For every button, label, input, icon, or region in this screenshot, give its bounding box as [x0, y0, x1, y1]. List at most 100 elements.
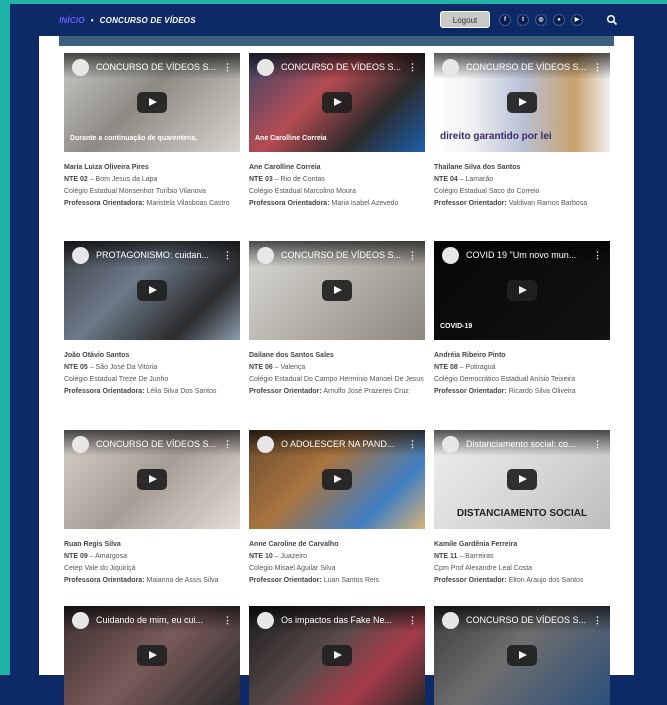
- facebook-icon[interactable]: f: [499, 14, 511, 26]
- nte-code: NTE 09: [64, 553, 88, 560]
- video-thumbnail[interactable]: PROTAGONISMO: cuidan... ⋮: [64, 241, 240, 340]
- channel-avatar[interactable]: [257, 436, 274, 453]
- youtube-icon[interactable]: ▶: [571, 14, 583, 26]
- video-title-bar: Distanciamento social: co... ⋮: [434, 430, 610, 456]
- play-button[interactable]: [322, 280, 352, 301]
- video-thumbnail[interactable]: CONCURSO DE VÍDEOS S... ⋮: [64, 430, 240, 529]
- school-name: Colégio Estadual Do Campo Hermínio Manoe…: [249, 376, 424, 383]
- channel-avatar[interactable]: [442, 247, 459, 264]
- video-thumbnail[interactable]: Durante a continuação de quarentena, CONC…: [64, 53, 240, 152]
- play-button[interactable]: [322, 645, 352, 666]
- search-icon[interactable]: [606, 14, 618, 26]
- student-name: Ruan Regis Silva: [64, 541, 121, 548]
- nte-line: NTE 09 – Amargosa: [64, 551, 240, 563]
- student-name: Thailane Silva dos Santos: [434, 164, 521, 171]
- video-title[interactable]: CONCURSO DE VÍDEOS S...: [281, 62, 403, 72]
- advisor-label: Professor Orientador:: [434, 577, 507, 584]
- advisor-name: Maristela Vilasboas Castro: [146, 200, 230, 207]
- student-name: Ane Carolline Correia: [249, 164, 321, 171]
- more-options-icon[interactable]: ⋮: [408, 615, 417, 626]
- play-button[interactable]: [137, 645, 167, 666]
- channel-avatar[interactable]: [72, 436, 89, 453]
- video-card: O ADOLESCER NA PAND... ⋮ Anne Caroline de …: [249, 430, 425, 587]
- video-thumbnail[interactable]: Cuidando de mim, eu cui... ⋮: [64, 606, 240, 705]
- channel-avatar[interactable]: [257, 612, 274, 629]
- video-title[interactable]: PROTAGONISMO: cuidan...: [96, 250, 218, 260]
- channel-avatar[interactable]: [442, 612, 459, 629]
- channel-avatar[interactable]: [72, 59, 89, 76]
- more-options-icon[interactable]: ⋮: [593, 615, 602, 626]
- nte-line: NTE 05 – São José Da Vitória: [64, 362, 240, 374]
- breadcrumb-separator: •: [90, 16, 94, 25]
- video-title[interactable]: CONCURSO DE VÍDEOS S...: [96, 62, 218, 72]
- video-info: Anne Caroline de Carvalho NTE 10 – Juazei…: [249, 539, 425, 587]
- video-title[interactable]: CONCURSO DE VÍDEOS S...: [96, 439, 218, 449]
- channel-avatar[interactable]: [442, 59, 459, 76]
- play-button[interactable]: [137, 280, 167, 301]
- video-card: DISTANCIAMENTO SOCIAL Distanciamento soci…: [434, 430, 610, 587]
- video-thumbnail[interactable]: COVID-19 COVID 19 "Um novo mun... ⋮: [434, 241, 610, 340]
- nte-city: – Amargosa: [89, 553, 128, 560]
- student-name: Dailane dos Santos Sales: [249, 352, 334, 359]
- instagram-icon[interactable]: ◎: [535, 14, 547, 26]
- video-title-bar: CONCURSO DE VÍDEOS S... ⋮: [64, 430, 240, 456]
- video-thumbnail[interactable]: CONCURSO DE VÍDEOS S... ⋮: [434, 606, 610, 705]
- advisor-label: Professora Orientadora:: [64, 388, 145, 395]
- advisor-line: Professor Orientador: Ricardo Silva Oliv…: [434, 386, 610, 398]
- breadcrumb-home-link[interactable]: INÍCIO: [59, 16, 85, 25]
- more-options-icon[interactable]: ⋮: [593, 250, 602, 261]
- video-title[interactable]: O ADOLESCER NA PAND...: [281, 439, 403, 449]
- video-title[interactable]: Os impactos das Fake Ne...: [281, 615, 403, 625]
- more-options-icon[interactable]: ⋮: [593, 62, 602, 73]
- video-thumbnail[interactable]: O ADOLESCER NA PAND... ⋮: [249, 430, 425, 529]
- advisor-name: Elton Araujo dos Santos: [508, 577, 584, 584]
- more-options-icon[interactable]: ⋮: [223, 439, 232, 450]
- play-button[interactable]: [137, 92, 167, 113]
- more-options-icon[interactable]: ⋮: [408, 439, 417, 450]
- video-thumbnail[interactable]: Ane Carolline Correia CONCURSO DE VÍDEOS …: [249, 53, 425, 152]
- play-button[interactable]: [322, 92, 352, 113]
- video-card: PROTAGONISMO: cuidan... ⋮ João Otávio Sant…: [64, 241, 240, 398]
- video-title[interactable]: CONCURSO DE VÍDEOS S...: [466, 62, 588, 72]
- play-button[interactable]: [507, 92, 537, 113]
- more-options-icon[interactable]: ⋮: [223, 615, 232, 626]
- video-card: Cuidando de mim, eu cui... ⋮: [64, 606, 240, 705]
- channel-avatar[interactable]: [442, 436, 459, 453]
- video-title[interactable]: Distanciamento social: co...: [466, 439, 588, 449]
- video-thumbnail[interactable]: Os impactos das Fake Ne... ⋮: [249, 606, 425, 705]
- video-thumbnail[interactable]: CONCURSO DE VÍDEOS S... ⋮: [249, 241, 425, 340]
- play-button[interactable]: [322, 469, 352, 490]
- channel-avatar[interactable]: [72, 247, 89, 264]
- video-overlay-text: DISTANCIAMENTO SOCIAL: [456, 508, 588, 519]
- left-accent-stripe: [0, 0, 10, 675]
- video-title-bar: PROTAGONISMO: cuidan... ⋮: [64, 241, 240, 267]
- more-options-icon[interactable]: ⋮: [593, 439, 602, 450]
- video-thumbnail[interactable]: direito garantido por lei CONCURSO DE VÍD…: [434, 53, 610, 152]
- logout-button[interactable]: Logout: [440, 11, 490, 28]
- more-options-icon[interactable]: ⋮: [223, 250, 232, 261]
- advisor-name: Arnulfo José Prazeres Cruz: [323, 388, 409, 395]
- play-button[interactable]: [507, 645, 537, 666]
- channel-avatar[interactable]: [257, 59, 274, 76]
- advisor-line: Professora Orientadora: Maria Isabel Aze…: [249, 198, 425, 210]
- channel-avatar[interactable]: [72, 612, 89, 629]
- school-name: Colegio Misael Aguilar Silva: [249, 565, 336, 572]
- video-title[interactable]: CONCURSO DE VÍDEOS S...: [466, 615, 588, 625]
- video-title-bar: CONCURSO DE VÍDEOS S... ⋮: [64, 53, 240, 79]
- more-options-icon[interactable]: ⋮: [408, 250, 417, 261]
- flickr-icon[interactable]: ●: [553, 14, 565, 26]
- nte-code: NTE 06: [249, 364, 273, 371]
- video-title[interactable]: COVID 19 "Um novo mun...: [466, 250, 588, 260]
- more-options-icon[interactable]: ⋮: [408, 62, 417, 73]
- school-name: Colégio Estadual Marcolino Moura: [249, 188, 356, 195]
- play-button[interactable]: [507, 280, 537, 301]
- video-thumbnail[interactable]: DISTANCIAMENTO SOCIAL Distanciamento soci…: [434, 430, 610, 529]
- twitter-icon[interactable]: t: [517, 14, 529, 26]
- play-button[interactable]: [507, 469, 537, 490]
- play-button[interactable]: [137, 469, 167, 490]
- video-title[interactable]: Cuidando de mim, eu cui...: [96, 615, 218, 625]
- video-title[interactable]: CONCURSO DE VÍDEOS S...: [281, 250, 403, 260]
- more-options-icon[interactable]: ⋮: [223, 62, 232, 73]
- video-card: direito garantido por lei CONCURSO DE VÍD…: [434, 53, 610, 210]
- channel-avatar[interactable]: [257, 247, 274, 264]
